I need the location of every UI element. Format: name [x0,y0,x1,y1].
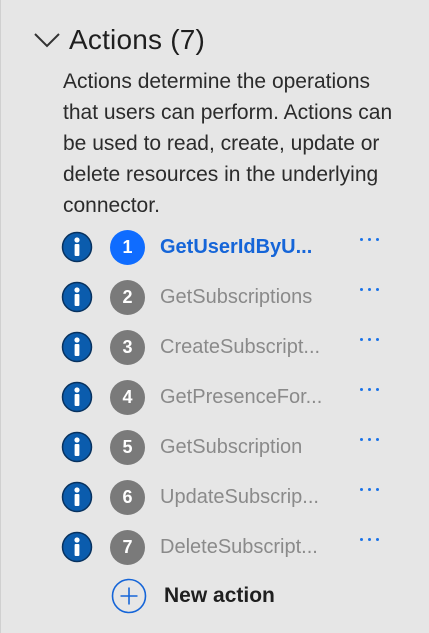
actions-list: 1 GetUserIdByU... 2 GetSubscriptions 3 C… [61,222,401,572]
more-options-icon[interactable] [355,278,383,300]
new-action-button[interactable]: New action [111,577,275,615]
info-icon[interactable] [61,231,93,263]
info-icon[interactable] [61,331,93,363]
more-options-icon[interactable] [355,478,383,500]
action-item[interactable]: 3 CreateSubscript... [61,322,401,372]
action-number-badge: 1 [110,229,145,265]
action-item[interactable]: 2 GetSubscriptions [61,272,401,322]
action-name[interactable]: GetPresenceFor... [160,386,340,409]
action-name[interactable]: CreateSubscript... [160,336,340,359]
more-options-icon[interactable] [355,378,383,400]
action-number-badge: 7 [110,529,145,565]
action-name[interactable]: GetSubscription [160,436,340,459]
action-item[interactable]: 6 UpdateSubscrip... [61,472,401,522]
action-number-badge: 6 [110,479,145,515]
action-item[interactable]: 5 GetSubscription [61,422,401,472]
action-name[interactable]: DeleteSubscript... [160,536,340,559]
action-number-badge: 5 [110,429,145,465]
info-icon[interactable] [61,481,93,513]
new-action-label: New action [164,584,275,607]
info-icon[interactable] [61,281,93,313]
action-name[interactable]: GetSubscriptions [160,286,340,309]
plus-circle-icon [111,578,147,614]
info-icon[interactable] [61,531,93,563]
section-description: Actions determine the operations that us… [63,70,393,217]
more-options-icon[interactable] [355,328,383,350]
more-options-icon[interactable] [355,428,383,450]
chevron-down-icon[interactable] [33,30,61,50]
info-icon[interactable] [61,381,93,413]
more-options-icon[interactable] [355,528,383,550]
actions-panel: Actions (7) Actions determine the operat… [0,0,429,633]
action-name[interactable]: GetUserIdByU... [160,236,340,259]
action-number-badge: 4 [110,379,145,415]
action-item[interactable]: 1 GetUserIdByU... [61,222,401,272]
action-item[interactable]: 4 GetPresenceFor... [61,372,401,422]
more-options-icon[interactable] [355,228,383,250]
section-title: Actions (7) [69,24,206,55]
action-item[interactable]: 7 DeleteSubscript... [61,522,401,572]
action-name[interactable]: UpdateSubscrip... [160,486,340,509]
action-number-badge: 3 [110,329,145,365]
actions-section-header[interactable]: Actions (7) [33,18,205,62]
action-number-badge: 2 [110,279,145,315]
info-icon[interactable] [61,431,93,463]
